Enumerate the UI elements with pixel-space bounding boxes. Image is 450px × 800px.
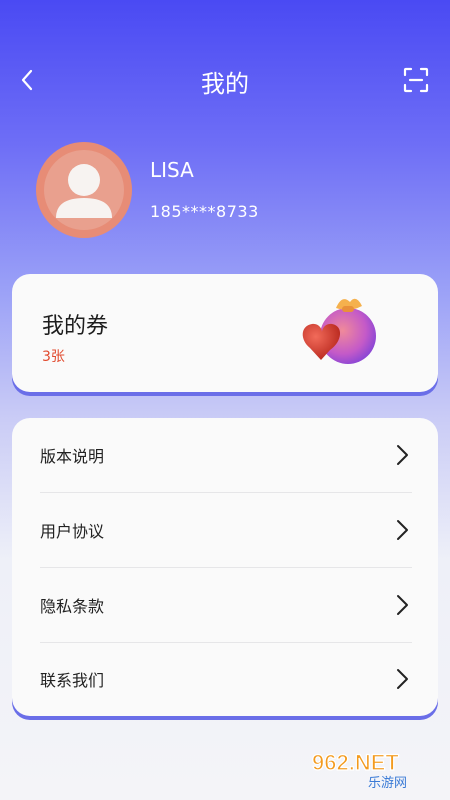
avatar[interactable] [36,142,132,238]
menu-item-version-notes[interactable]: 版本说明 [40,418,412,492]
menu-item-contact-us[interactable]: 联系我们 [40,642,412,716]
chevron-right-icon [397,595,408,615]
scan-icon [403,67,429,93]
scan-button[interactable] [402,66,430,94]
watermark-brand: 962.NET [312,750,399,775]
coupon-title: 我的券 [42,314,109,339]
phone-number: 185****8733 [150,202,259,221]
top-bar: 我的 [0,52,450,108]
watermark-logo: 962.NET 乐游网 [311,749,407,790]
menu-item-label: 隐私条款 [40,597,105,616]
chevron-right-icon [397,520,408,540]
user-placeholder-icon [44,150,124,230]
chevron-right-icon [397,669,408,689]
page-title: 我的 [201,70,249,98]
coupon-count: 3张 [42,349,65,365]
watermark-sub: 乐游网 [368,776,407,790]
menu-item-label: 版本说明 [40,447,105,466]
menu-item-privacy-terms[interactable]: 隐私条款 [40,568,412,642]
menu-item-label: 联系我们 [40,671,105,690]
menu-item-user-agreement[interactable]: 用户协议 [40,493,412,567]
profile-section: LISA 185****8733 [36,142,416,242]
coupon-card[interactable]: 我的券 3张 [12,274,438,392]
menu-item-label: 用户协议 [40,522,105,541]
menu-card: 版本说明 用户协议 隐私条款 联系我们 [12,418,438,716]
username: LISA [150,158,194,182]
coupon-bag-illustration [302,298,376,364]
chevron-right-icon [397,445,408,465]
